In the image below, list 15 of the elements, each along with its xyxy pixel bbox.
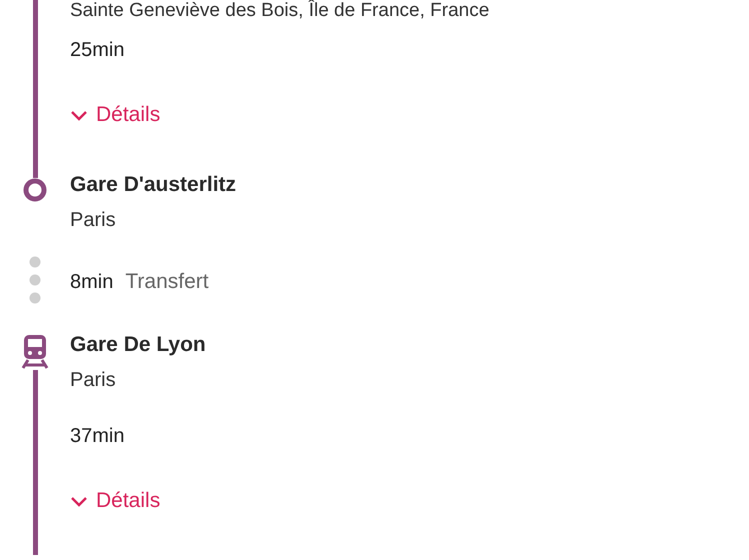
dots-icon xyxy=(29,256,41,304)
transfer-label: Transfert xyxy=(125,269,209,295)
chevron-down-icon xyxy=(70,109,88,121)
station-name: Gare D'austerlitz xyxy=(70,172,236,198)
details-button[interactable]: Détails xyxy=(70,487,160,515)
station-marker-icon xyxy=(23,178,47,202)
duration-text: 37min xyxy=(70,424,124,449)
city-text: Paris xyxy=(70,208,116,233)
duration-text: 8min xyxy=(70,270,114,295)
chevron-down-icon xyxy=(70,495,88,507)
details-button[interactable]: Détails xyxy=(70,101,160,129)
train-icon xyxy=(20,334,50,370)
station-name: Gare De Lyon xyxy=(70,332,206,358)
duration-text: 25min xyxy=(70,38,124,63)
city-text: Paris xyxy=(70,368,116,393)
